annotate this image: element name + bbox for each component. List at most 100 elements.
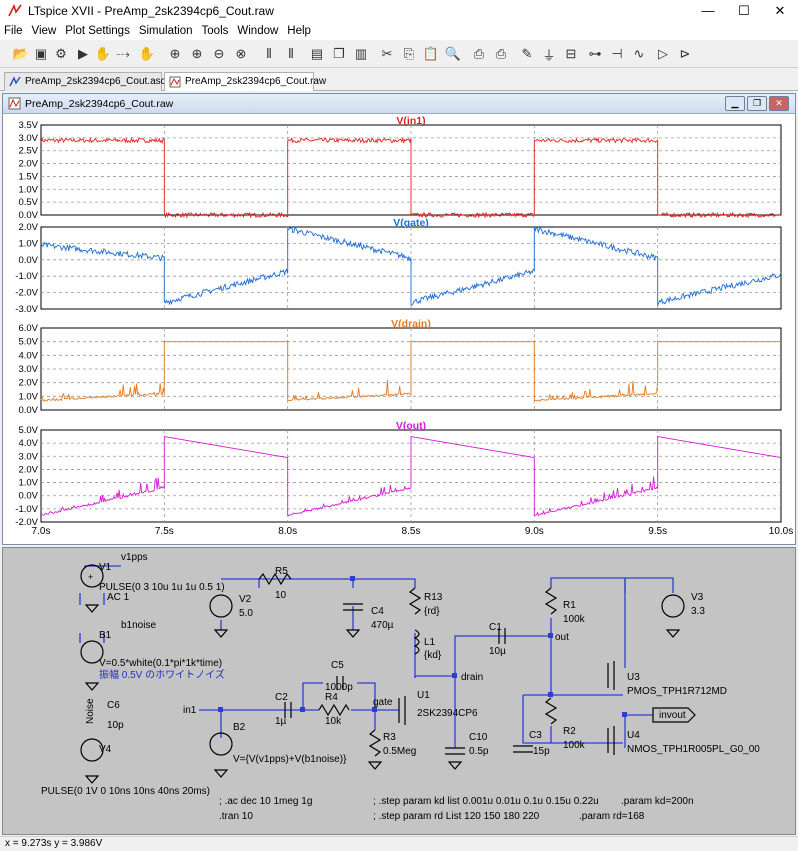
menu-plot-settings[interactable]: Plot Settings bbox=[65, 25, 130, 37]
y-tick-label: 3.0V bbox=[18, 451, 38, 462]
label-V2: V2 bbox=[239, 594, 252, 605]
y-tick-label: 5.0V bbox=[18, 425, 38, 436]
menu-bar: File View Plot Settings Simulation Tools… bbox=[0, 22, 798, 40]
zoom-in-icon[interactable]: ⊕ bbox=[164, 43, 186, 65]
menu-view[interactable]: View bbox=[32, 25, 57, 37]
plot-pane-2[interactable]: 6.0V 5.0V 4.0V 3.0V 2.0V 1.0V 0.0V V(drain) bbox=[18, 318, 782, 416]
plot-close-button[interactable]: ✕ bbox=[769, 96, 789, 111]
zoom-in2-icon[interactable]: ⊕ bbox=[186, 43, 208, 65]
label-param-rd: .param rd=168 bbox=[579, 811, 645, 822]
source-V3 bbox=[661, 594, 685, 618]
y-tick-label: -3.0V bbox=[15, 304, 38, 315]
source-B1 bbox=[80, 640, 104, 664]
plot-pane-0[interactable]: 3.5V 3.0V 2.5V 2.0V1.5V 1.0V 0.5V 0.0V V(in1) bbox=[18, 115, 782, 221]
save-icon[interactable]: ▣ bbox=[30, 43, 52, 65]
toolbar: 📂 ▣ ⚙ ▶ ✋ ⤏ ✋ ⊕ ⊕ ⊖ ⊗ ⫴ ⫴ ▤ ❐ ▥ ✂ ⎘ 📋 🔍 ⎙ ⎙ ✎ ⏚ ⊟ ⊶ ⊣ ∿ ▷ ⊳ bbox=[0, 40, 798, 68]
y-tick-label: 3.5V bbox=[18, 120, 38, 131]
close-button[interactable]: ✕ bbox=[762, 0, 798, 22]
label-R5v: 10 bbox=[275, 590, 287, 601]
y-tick-label: 0.5V bbox=[18, 197, 38, 208]
label-C4v: 470µ bbox=[371, 620, 394, 631]
label-ac1: AC 1 bbox=[107, 592, 130, 603]
label-R4v: 10k bbox=[325, 716, 342, 727]
plot-restore-button[interactable]: ❐ bbox=[747, 96, 767, 111]
source-V2 bbox=[209, 594, 233, 618]
label-gate: gate bbox=[373, 697, 393, 708]
label-C2: C2 bbox=[275, 692, 288, 703]
trace-title[interactable]: V(out) bbox=[396, 420, 426, 432]
copy-icon[interactable]: ⎘ bbox=[398, 43, 420, 65]
pencil-icon[interactable]: ✎ bbox=[516, 43, 538, 65]
label-step2: ; .step param rd List 120 150 180 220 bbox=[373, 811, 540, 822]
open-icon[interactable]: 📂 bbox=[10, 43, 32, 65]
cascade-icon[interactable]: ❐ bbox=[328, 43, 350, 65]
label-icon[interactable]: ⊟ bbox=[560, 43, 582, 65]
resistor-R2 bbox=[544, 697, 558, 725]
label-L1v: {kd} bbox=[424, 650, 442, 661]
y-tick-label: 2.0V bbox=[18, 378, 38, 389]
y-tick-label: 2.0V bbox=[18, 222, 38, 233]
y-tick-label: 0.0V bbox=[18, 405, 38, 416]
zoom-out-icon[interactable]: ⊖ bbox=[208, 43, 230, 65]
waveform-plots[interactable]: 3.5V3.0V2.5V2.0V1.5V1.0V0.5V0.0VV(in1)2.… bbox=[3, 115, 795, 545]
print-setup-icon[interactable]: ⎙ bbox=[490, 43, 512, 65]
autorange-icon[interactable]: ⫴ bbox=[258, 43, 280, 65]
label-drain: drain bbox=[461, 672, 483, 683]
label-B2: B2 bbox=[233, 722, 246, 733]
maximize-button[interactable]: ☐ bbox=[726, 0, 762, 22]
inductor-icon[interactable]: ∿ bbox=[628, 43, 650, 65]
x-tick-label: 9.5s bbox=[648, 526, 667, 537]
menu-simulation[interactable]: Simulation bbox=[139, 25, 193, 37]
menu-tools[interactable]: Tools bbox=[202, 25, 229, 37]
menu-file[interactable]: File bbox=[4, 25, 23, 37]
cut-icon[interactable]: ✂ bbox=[376, 43, 398, 65]
pan-icon[interactable]: ✋ bbox=[136, 43, 158, 65]
waveform-icon bbox=[169, 76, 181, 88]
print-icon[interactable]: ⎙ bbox=[468, 43, 490, 65]
tab-waveform[interactable]: PreAmp_2sk2394cp6_Cout.raw bbox=[164, 72, 326, 91]
tile-h-icon[interactable]: ▤ bbox=[306, 43, 328, 65]
ground-icon[interactable]: ⏚ bbox=[538, 43, 560, 65]
capacitor-C3 bbox=[513, 745, 533, 753]
label-C1v: 10µ bbox=[489, 646, 506, 657]
component-icon[interactable]: ⊳ bbox=[674, 43, 696, 65]
find-icon[interactable]: 🔍 bbox=[442, 43, 464, 65]
capacitor-icon[interactable]: ⊣ bbox=[606, 43, 628, 65]
label-tran-cmd: .tran 10 bbox=[219, 811, 253, 822]
run2-icon[interactable]: ⤏ bbox=[112, 43, 134, 65]
halt-icon[interactable]: ✋ bbox=[92, 43, 114, 65]
label-R3: R3 bbox=[383, 732, 396, 743]
tab-schematic[interactable]: PreAmp_2sk2394cp6_Cout.asc bbox=[4, 72, 166, 91]
paste-icon[interactable]: 📋 bbox=[420, 43, 442, 65]
y-tick-label: 1.0V bbox=[18, 184, 38, 195]
autorange2-icon[interactable]: ⫴ bbox=[280, 43, 302, 65]
resistor-R13 bbox=[408, 587, 422, 615]
label-V3v: 3.3 bbox=[691, 606, 705, 617]
minimize-button[interactable]: — bbox=[690, 0, 726, 22]
label-pulse4: PULSE(0 1V 0 10ns 10ns 40ns 20ms) bbox=[41, 786, 210, 797]
trace-title[interactable]: V(drain) bbox=[391, 318, 431, 330]
tile-v-icon[interactable]: ▥ bbox=[350, 43, 372, 65]
label-C10: C10 bbox=[469, 732, 488, 743]
menu-window[interactable]: Window bbox=[237, 25, 278, 37]
schematic-view[interactable]: v1pps V1 PULSE(0 3 10u 1u 1u 0.5 1) AC 1… bbox=[2, 547, 796, 835]
settings-icon[interactable]: ⚙ bbox=[50, 43, 72, 65]
resistor-icon[interactable]: ⊶ bbox=[584, 43, 606, 65]
label-V4: V4 bbox=[99, 744, 112, 755]
run-icon[interactable]: ▶ bbox=[72, 43, 94, 65]
label-C3v: 15p bbox=[533, 746, 550, 757]
plot-pane-1[interactable]: 2.0V 1.0V 0.0V -1.0V -2.0V -3.0V V(gate) bbox=[15, 217, 782, 315]
plot-pane-3[interactable]: 5.0V4.0V3.0V2.0V1.0V0.0V-1.0V-2.0VV(out)… bbox=[15, 420, 793, 537]
trace-title[interactable]: V(in1) bbox=[396, 115, 425, 127]
diode-icon[interactable]: ▷ bbox=[652, 43, 674, 65]
plot-minimize-button[interactable]: ▁ bbox=[725, 96, 745, 111]
ltspice-logo-icon bbox=[8, 4, 22, 17]
label-U1: U1 bbox=[417, 690, 430, 701]
zoom-cancel-icon[interactable]: ⊗ bbox=[230, 43, 252, 65]
trace-title[interactable]: V(gate) bbox=[393, 217, 429, 229]
y-tick-label: 2.0V bbox=[18, 464, 38, 475]
label-out: out bbox=[555, 632, 569, 643]
label-V3: V3 bbox=[691, 592, 704, 603]
x-tick-label: 8.0s bbox=[278, 526, 297, 537]
menu-help[interactable]: Help bbox=[287, 25, 311, 37]
